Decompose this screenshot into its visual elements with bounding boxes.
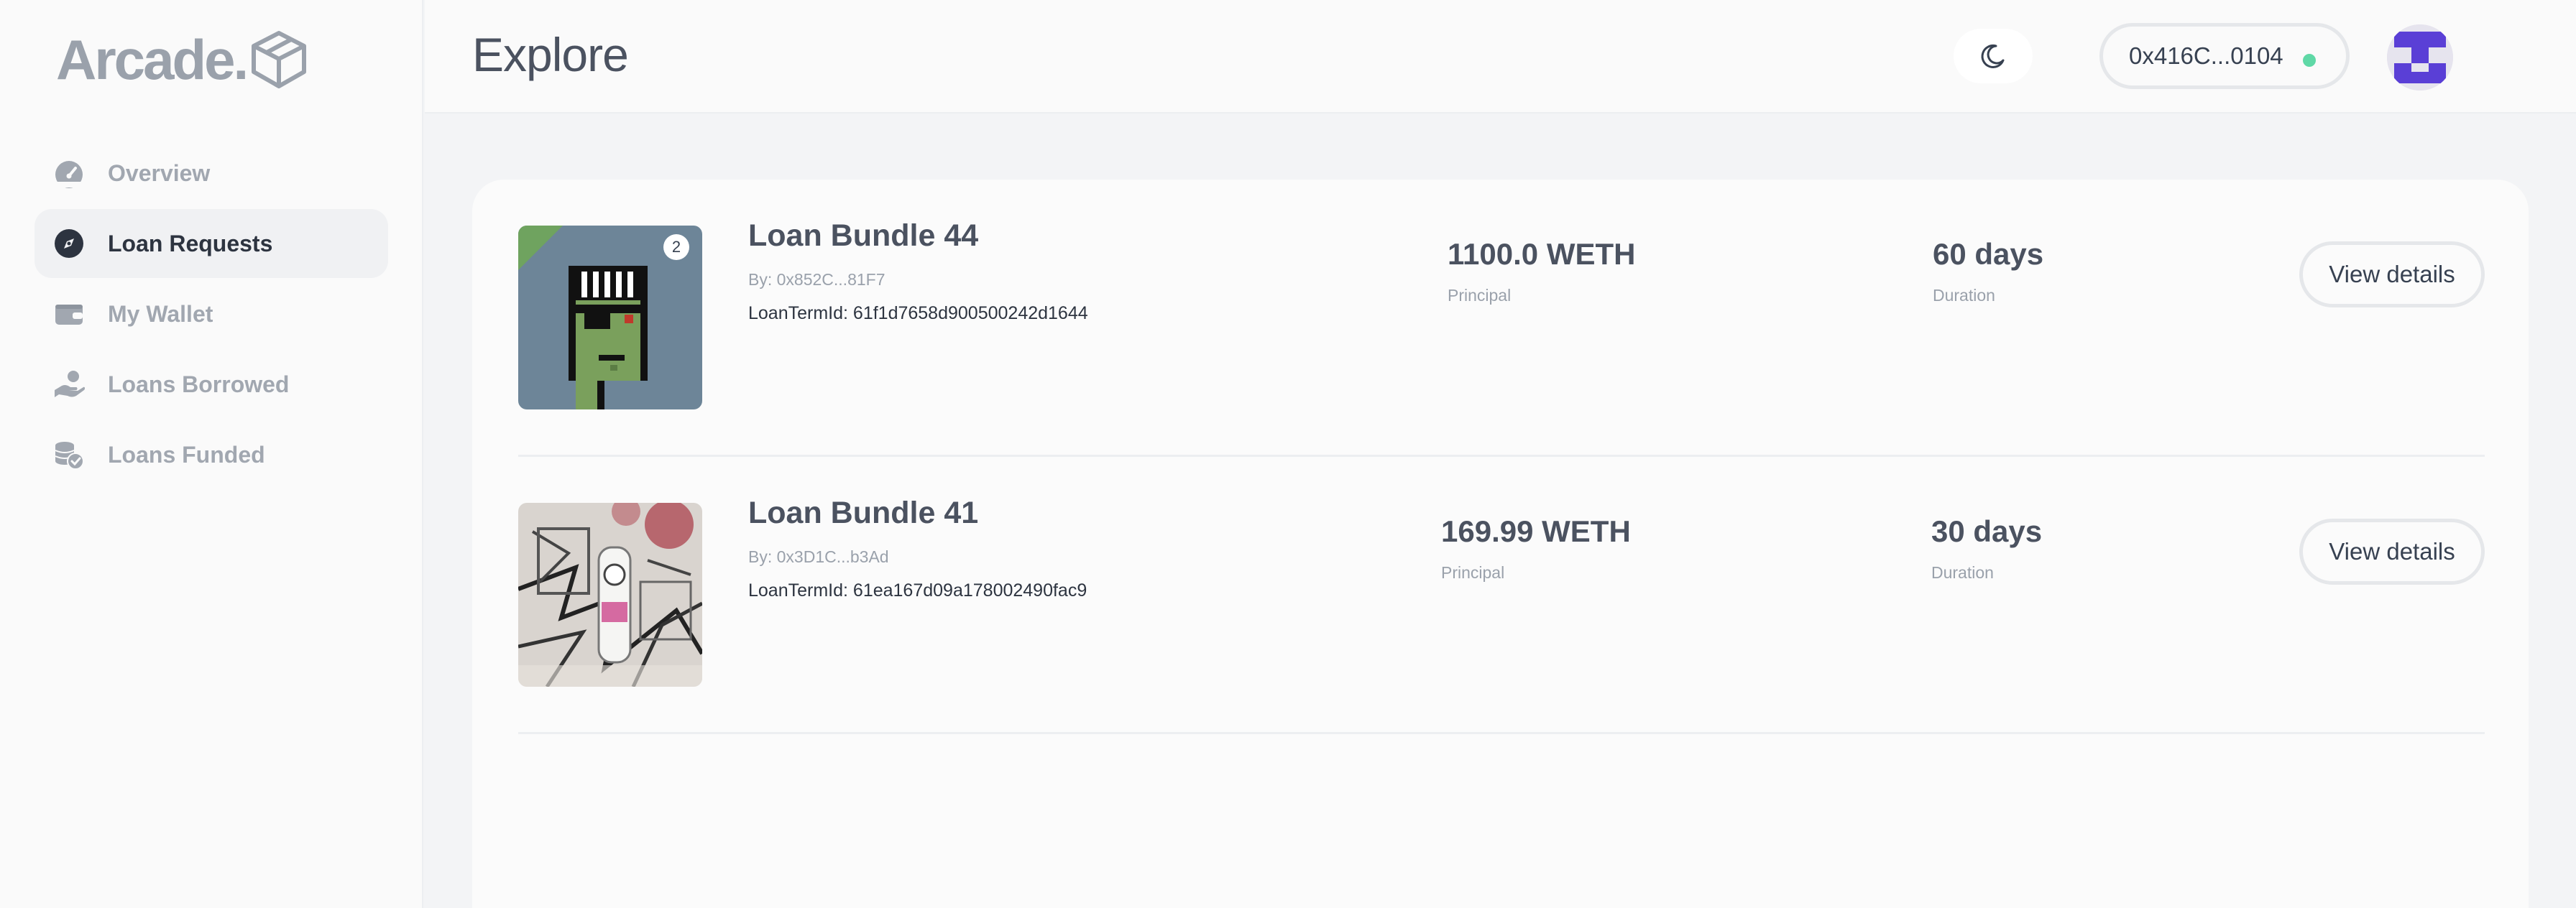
- duration-value: 60 days: [1933, 237, 2044, 271]
- sidebar-item-my-wallet[interactable]: My Wallet: [34, 279, 388, 348]
- bundle-title: Loan Bundle 41: [748, 496, 979, 530]
- theme-toggle-button[interactable]: [1954, 29, 2033, 83]
- connection-status-dot: [2303, 54, 2316, 67]
- sidebar-item-label: Loans Borrowed: [108, 371, 290, 397]
- wallet-icon: [53, 298, 85, 330]
- view-details-button[interactable]: View details: [2299, 241, 2485, 307]
- duration-label: Duration: [1933, 286, 1995, 305]
- sidebar-nav: Overview Loan Requests My Wallet Loans B…: [34, 139, 388, 491]
- gauge-icon: [53, 157, 85, 189]
- arcade-logo[interactable]: Arcade.: [56, 29, 310, 91]
- loan-requests-card: 2 Loan Bundle 44 By: 0x852C...81F7 LoanT…: [472, 180, 2529, 908]
- table-row[interactable]: Loan Bundle 41 By: 0x3D1C...b3Ad LoanTer…: [518, 457, 2485, 734]
- avatar[interactable]: [2387, 24, 2453, 91]
- sidebar-item-label: My Wallet: [108, 300, 213, 327]
- moon-icon: [1981, 44, 2005, 68]
- loan-term-id: LoanTermId: 61f1d7658d900500242d1644: [748, 303, 1088, 323]
- borrower-address: By: 0x3D1C...b3Ad: [748, 547, 889, 566]
- nft-thumbnail[interactable]: [518, 503, 702, 687]
- logo-text: Arcade.: [56, 28, 249, 91]
- borrower-address: By: 0x852C...81F7: [748, 270, 886, 289]
- loan-term-id: LoanTermId: 61ea167d09a178002490fac9: [748, 580, 1087, 601]
- top-header: Explore 0x416C...0104: [425, 0, 2576, 114]
- sidebar-item-label: Loan Requests: [108, 230, 273, 256]
- nft-thumbnail[interactable]: 2: [518, 226, 702, 409]
- coins-check-icon: [53, 439, 85, 471]
- bundle-count-badge: 2: [663, 234, 689, 260]
- compass-icon: [53, 228, 85, 259]
- identicon-icon: [2387, 24, 2453, 91]
- art-photo-image: [518, 503, 702, 687]
- wallet-address: 0x416C...0104: [2129, 42, 2283, 69]
- sidebar-item-label: Loans Funded: [108, 441, 265, 468]
- sidebar-item-loans-funded[interactable]: Loans Funded: [34, 420, 388, 489]
- sidebar-item-overview[interactable]: Overview: [34, 139, 388, 208]
- duration-value: 30 days: [1931, 514, 2043, 548]
- principal-value: 1100.0 WETH: [1448, 237, 1636, 271]
- principal-label: Principal: [1448, 286, 1512, 305]
- principal-label: Principal: [1441, 563, 1505, 582]
- duration-label: Duration: [1931, 563, 1994, 582]
- cube-logo-icon: [252, 31, 307, 88]
- table-row[interactable]: 2 Loan Bundle 44 By: 0x852C...81F7 LoanT…: [518, 180, 2485, 457]
- principal-value: 169.99 WETH: [1441, 514, 1631, 548]
- wallet-address-button[interactable]: 0x416C...0104: [2099, 23, 2350, 89]
- page-title: Explore: [472, 28, 629, 81]
- sidebar-item-label: Overview: [108, 159, 211, 186]
- bundle-title: Loan Bundle 44: [748, 218, 979, 253]
- sidebar-item-loan-requests[interactable]: Loan Requests: [34, 209, 388, 278]
- sidebar: Arcade. Overview Loan Requests My Wallet: [0, 0, 423, 908]
- view-details-button[interactable]: View details: [2299, 519, 2485, 585]
- hand-coin-icon: [53, 369, 85, 400]
- sidebar-item-loans-borrowed[interactable]: Loans Borrowed: [34, 350, 388, 419]
